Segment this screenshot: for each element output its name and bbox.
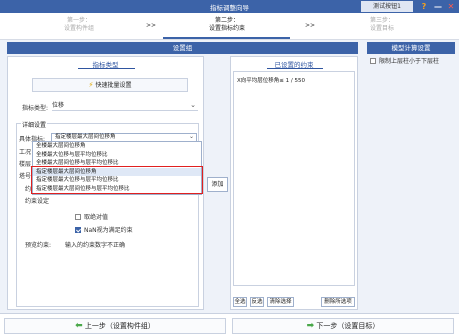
step-1-label: 设置构件组 [63,25,94,32]
indicator-type-select[interactable]: 位移 ⌄ [52,101,198,111]
select-all-button[interactable]: 全选 [233,297,247,307]
case-label: 工况 [19,149,32,156]
active-step-underline [163,37,290,39]
indicator-type-value: 位移 [52,102,65,109]
limit-column-label: 限制上层柱小于下层柱 [379,58,440,65]
add-button[interactable]: 添加 [207,177,228,192]
step-arrow-icon: >> [146,22,157,29]
nan-checkbox[interactable]: NaN视为满足约束 [75,225,133,234]
step-1[interactable]: 第一步： 设置构件组 [44,17,114,33]
absolute-value-checkbox[interactable]: 取绝对值 [75,212,108,221]
step-indicator: 第一步： 设置构件组 >> 第二步： 设置指标约束 >> 第三步： 设置目标 [0,13,459,40]
quick-batch-label: 快速批量设置 [95,82,132,89]
step-3-number: 第三步： [369,17,394,24]
step-1-number: 第一步： [66,17,91,24]
red-highlight-box [31,166,203,194]
constraint-setting-label: 约束设定 [25,198,50,205]
title-underline [267,68,323,69]
step-2[interactable]: 第二步： 设置指标约束 [182,17,272,33]
preview-label: 预览约束: [25,242,52,249]
lightning-icon: ⚡ [88,81,94,89]
indicator-type-label: 指标类型: [22,105,49,112]
detail-settings-title: 详细设置 [21,120,48,129]
preview-value: 输入的约束数字不正确 [65,242,126,249]
step-3[interactable]: 第三步： 设置目标 [352,17,412,33]
close-icon[interactable]: ✕ [446,1,456,12]
help-icon[interactable]: ? [419,1,429,12]
next-step-button[interactable]: ➡ 下一步（设置目标） [232,318,454,334]
model-settings-panel: 限制上层柱小于下层柱 [367,56,455,310]
quick-batch-button[interactable]: ⚡ 快速批量设置 [32,78,188,92]
minimize-icon[interactable]: — [433,1,443,12]
next-step-label: 下一步（设置目标） [316,322,380,330]
model-settings-header: 模型计算设置 [367,42,455,54]
nan-label: NaN视为满足约束 [84,227,133,234]
title-underline [78,68,135,69]
step-2-label: 设置指标约束 [208,25,245,32]
indicator-panel: 指标类型 ⚡ 快速批量设置 指标类型: 位移 ⌄ 详细设置 具体指标: 指定楼层最… [7,56,204,310]
prev-step-label: 上一步（设置构件组） [84,322,155,330]
arrow-right-icon: ➡ [306,321,315,331]
specific-indicator-value: 指定楼层最大层间位移角 [55,134,116,140]
absolute-value-label: 取绝对值 [84,214,109,221]
prev-step-button[interactable]: ⬅ 上一步（设置构件组） [4,318,226,334]
invert-selection-button[interactable]: 反选 [250,297,264,307]
delete-selected-button[interactable]: 删除所选项 [321,297,355,307]
settings-header: 设置组 [7,42,358,54]
bottom-nav: ⬅ 上一步（设置构件组） ➡ 下一步（设置目标） [0,313,459,336]
floor-label: 楼层 [19,161,32,168]
step-arrow-icon: >> [305,22,316,29]
checkbox-icon [75,214,81,220]
checkbox-checked-icon [75,227,81,233]
constraint-item[interactable]: X向平均层位移角≤ 1 / 550 [237,76,305,84]
constraints-panel: 已设置的约束 X向平均层位移角≤ 1 / 550 全选 反选 清除选择 删除所选… [230,56,358,310]
step-2-number: 第二步： [214,17,239,24]
test-button[interactable]: 测试按钮1 [361,1,413,12]
specific-indicator-dropdown: 全楼最大层间位移角 全楼最大位移与层平均位移比 全楼最大层间位移与层平均位移比 … [31,141,203,195]
window-titlebar: 指标调整向导 测试按钮1 ? — ✕ [0,0,459,13]
dropdown-option[interactable]: 全楼最大位移与层平均位移比 [33,151,201,160]
dropdown-option[interactable]: 全楼最大层间位移角 [33,142,201,151]
chevron-down-icon: ⌄ [190,101,196,109]
constraint-list[interactable]: X向平均层位移角≤ 1 / 550 [233,71,355,286]
tower-label: 塔号 [19,173,32,180]
arrow-left-icon: ⬅ [75,321,83,331]
limit-column-checkbox[interactable]: 限制上层柱小于下层柱 [370,56,439,65]
checkbox-icon [370,58,376,64]
chevron-down-icon: ⌄ [188,133,194,140]
clear-selection-button[interactable]: 清除选择 [267,297,294,307]
step-3-label: 设置目标 [369,25,394,32]
